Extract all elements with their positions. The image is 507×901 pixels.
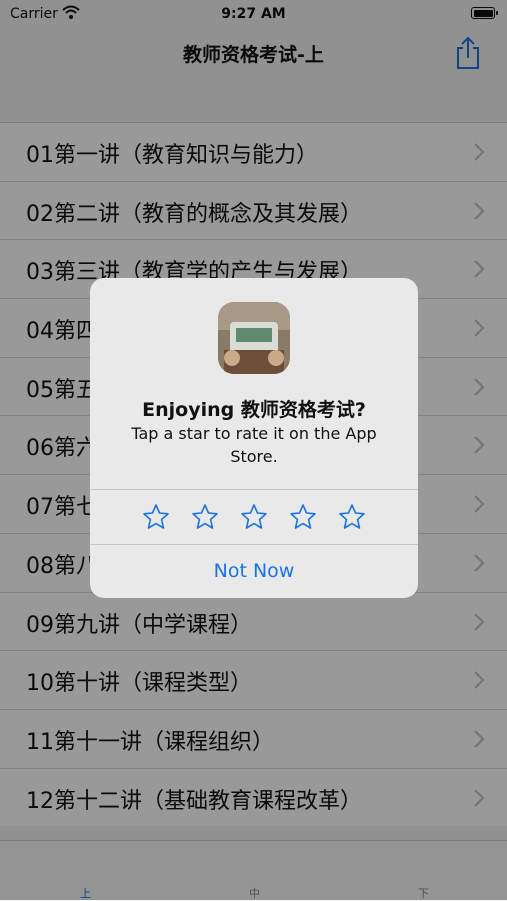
app-icon <box>218 302 290 374</box>
dialog-title: Enjoying 教师资格考试? <box>142 399 366 421</box>
rating-dialog: Enjoying 教师资格考试? Tap a star to rate it o… <box>90 278 418 598</box>
dialog-message: Tap a star to rate it on the App Store. <box>131 424 377 466</box>
star-icon[interactable] <box>190 502 220 532</box>
star-icon[interactable] <box>337 502 367 532</box>
star-rating <box>90 490 418 544</box>
star-icon[interactable] <box>239 502 269 532</box>
star-icon[interactable] <box>288 502 318 532</box>
not-now-button[interactable]: Not Now <box>90 545 418 598</box>
star-icon[interactable] <box>141 502 171 532</box>
